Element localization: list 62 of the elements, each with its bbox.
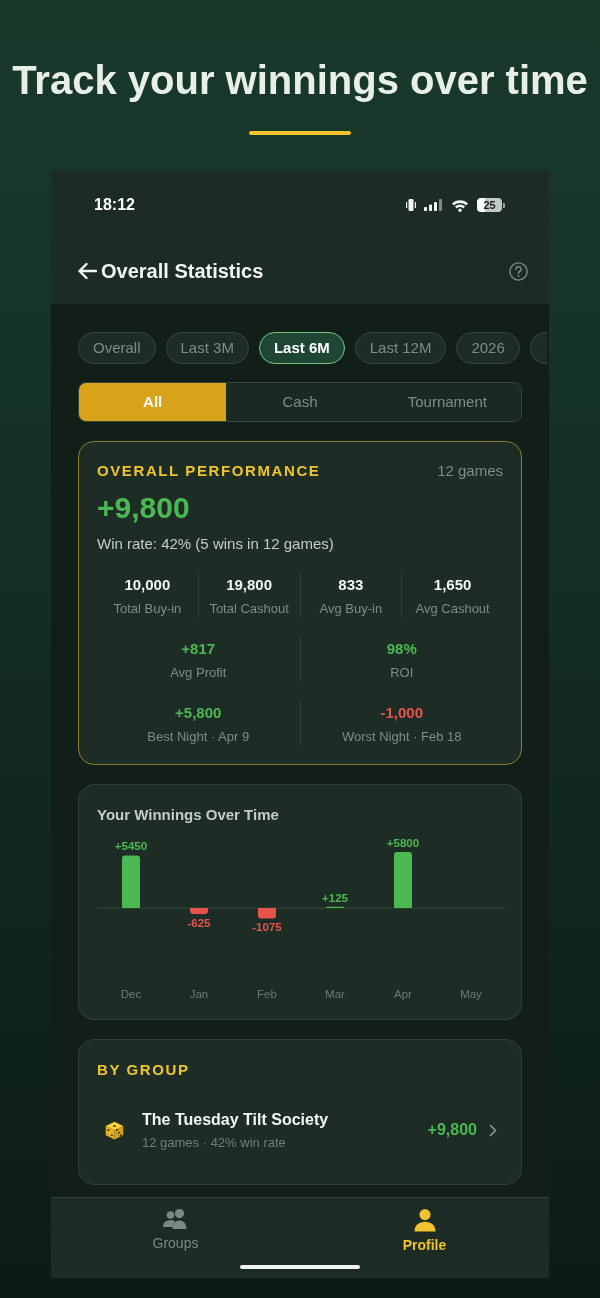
stat-value: 1,650: [433, 575, 472, 595]
bar-value-label: -1075: [252, 921, 282, 934]
x-axis-label: May: [460, 988, 482, 1000]
stat-label: Total Buy-in: [113, 601, 182, 616]
total-profit: +9,800: [97, 490, 190, 526]
highlight-label: ROI: [390, 665, 414, 680]
segment-tab[interactable]: All: [79, 383, 227, 421]
nav-tab[interactable]: Groups: [51, 1208, 300, 1254]
highlight-value: +817: [181, 639, 216, 659]
group-name: The Tuesday Tilt Society: [142, 1111, 329, 1128]
status-time: 18:12: [94, 195, 135, 215]
period-filter-chip[interactable]: 2026: [456, 332, 520, 364]
highlight-value: +5,800: [175, 703, 222, 723]
x-axis-label: Apr: [394, 988, 412, 1000]
help-icon[interactable]: [509, 261, 528, 281]
stat-label: Avg Buy-in: [319, 601, 383, 616]
bar-value-label: +125: [322, 891, 348, 904]
segment-tab[interactable]: Tournament: [373, 383, 521, 421]
highlight-label: Best Night · Apr 9: [147, 729, 250, 744]
stat-value: 19,800: [226, 575, 273, 595]
chart-bar: [394, 852, 412, 908]
segment-tab[interactable]: Cash: [226, 383, 374, 421]
x-axis-label: Dec: [120, 988, 142, 1000]
nav-tab[interactable]: Profile: [300, 1208, 549, 1254]
highlight-label: Avg Profit: [170, 665, 227, 680]
section-title: BY GROUP: [97, 1061, 190, 1078]
headline: Track your winnings over time: [12, 58, 588, 102]
highlight-label: Worst Night · Feb 18: [341, 729, 462, 744]
period-filter-chip[interactable]: Last 6M: [258, 332, 345, 364]
chart-bar: [122, 855, 140, 908]
x-axis-label: Mar: [325, 988, 345, 1000]
stat-value: 10,000: [124, 575, 171, 595]
bar-value-label: +5450: [114, 840, 148, 853]
games-count: 12 games: [437, 461, 503, 481]
bar-value-label: +5800: [386, 837, 420, 849]
person-icon: [412, 1208, 437, 1232]
stat-label: Total Cashout: [209, 601, 289, 616]
highlight-value: -1,000: [380, 703, 423, 723]
chevron-right-icon[interactable]: [489, 1123, 497, 1137]
dice-icon: [105, 1120, 124, 1140]
period-filter-chip[interactable]: Last 3M: [165, 332, 249, 364]
win-rate-text: Win rate: 42% (5 wins in 12 games): [97, 534, 335, 554]
highlight-value: 98%: [386, 639, 417, 659]
section-title: OVERALL PERFORMANCE: [97, 461, 321, 481]
back-arrow-icon[interactable]: [77, 262, 97, 280]
bar-value-label: -625: [187, 917, 211, 930]
screen-title: Overall Statistics: [101, 259, 264, 284]
group-total: +9,800: [427, 1120, 477, 1140]
chart-bar: [258, 908, 276, 919]
period-filter-chip[interactable]: Overall: [78, 332, 156, 364]
group-details: 12 games · 42% win rate: [142, 1135, 286, 1150]
chart-title: Your Winnings Over Time: [97, 805, 279, 825]
wifi-icon: [451, 198, 469, 212]
x-axis-label: Jan: [189, 988, 209, 1000]
x-axis-label: Feb: [257, 988, 277, 1000]
period-filter-chip[interactable]: Last 12M: [354, 332, 447, 364]
stat-label: Avg Cashout: [415, 601, 490, 616]
signal-icon: [424, 199, 443, 211]
battery-icon: 25: [477, 198, 505, 212]
chart-bar: [190, 908, 208, 915]
vibrate-icon: [406, 199, 416, 211]
stat-value: 833: [338, 575, 364, 595]
